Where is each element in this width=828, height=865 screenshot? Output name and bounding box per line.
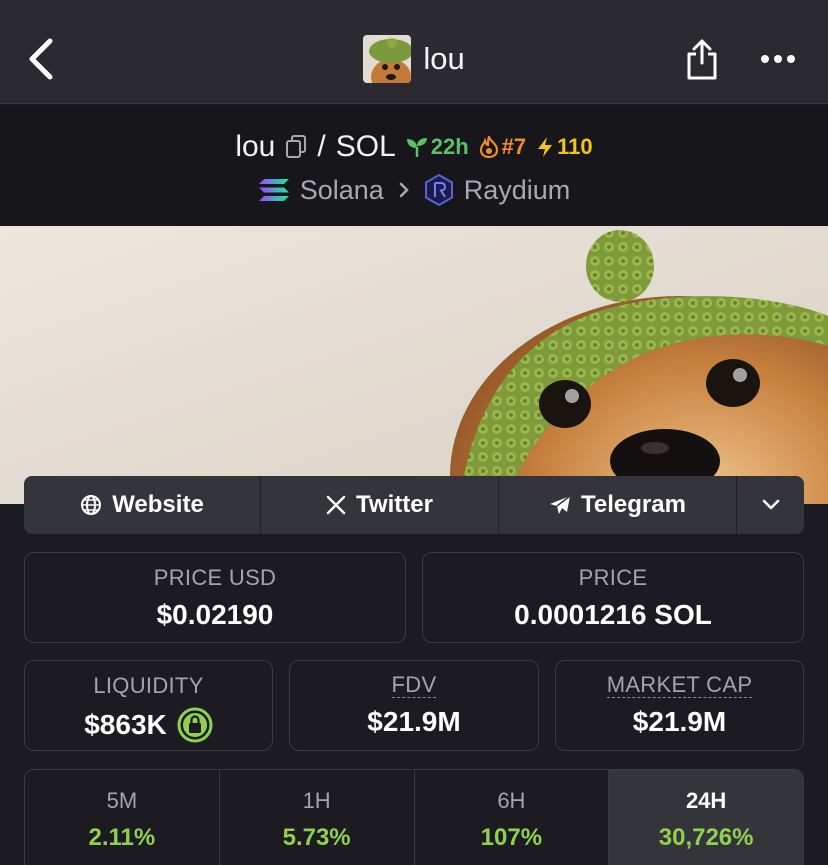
x-logo-icon bbox=[326, 495, 346, 515]
tab-6h-label: 6H bbox=[497, 788, 526, 813]
tab-1h[interactable]: 1H 5.73% bbox=[220, 770, 415, 865]
rank-badge-text: #7 bbox=[501, 134, 527, 159]
boost-badge: 110 bbox=[536, 134, 593, 160]
chain-link[interactable]: Solana bbox=[300, 175, 384, 206]
tab-6h[interactable]: 6H 107% bbox=[415, 770, 610, 865]
top-nav-bar: lou bbox=[0, 0, 828, 104]
tab-5m-label: 5M bbox=[106, 788, 138, 813]
tab-24h-label: 24H bbox=[685, 788, 727, 813]
globe-icon bbox=[81, 495, 102, 515]
tab-24h[interactable]: 24H 30,726% bbox=[609, 770, 803, 865]
market-cap-card: MARKET CAP $21.9M bbox=[555, 660, 804, 751]
chevron-right-icon bbox=[399, 182, 409, 198]
price-usd-label: PRICE USD bbox=[153, 565, 277, 590]
twitter-label: Twitter bbox=[356, 491, 433, 518]
price-usd-card: PRICE USD $0.02190 bbox=[24, 552, 406, 643]
dex-link[interactable]: Raydium bbox=[464, 175, 571, 206]
telegram-label: Telegram bbox=[581, 491, 686, 518]
chevron-down-icon bbox=[762, 499, 779, 510]
price-usd-value: $0.02190 bbox=[156, 599, 274, 630]
tab-5m[interactable]: 5M 2.11% bbox=[25, 770, 220, 865]
price-native-label: PRICE bbox=[578, 565, 648, 590]
lightning-icon bbox=[538, 137, 553, 157]
market-cap-value: $21.9M bbox=[632, 706, 727, 737]
raydium-logo-icon bbox=[424, 174, 453, 206]
liquidity-card: LIQUIDITY $863K bbox=[24, 660, 273, 751]
market-cap-label[interactable]: MARKET CAP bbox=[606, 673, 753, 698]
age-badge: 22h bbox=[406, 134, 469, 160]
pair-title-row: lou / SOL 22h #7 110 bbox=[0, 123, 828, 171]
solana-logo-icon bbox=[258, 179, 289, 201]
more-options-button[interactable] bbox=[748, 34, 808, 84]
lock-icon[interactable] bbox=[177, 707, 213, 743]
copy-icon[interactable] bbox=[285, 135, 307, 159]
twitter-button[interactable]: Twitter bbox=[261, 476, 499, 534]
price-native-card: PRICE 0.0001216 SOL bbox=[422, 552, 804, 643]
liquidity-label: LIQUIDITY bbox=[93, 673, 204, 698]
tab-5m-value: 2.11% bbox=[88, 824, 156, 851]
price-native-value: 0.0001216 SOL bbox=[514, 599, 712, 630]
breadcrumb: Solana Raydium bbox=[0, 167, 828, 213]
fdv-label[interactable]: FDV bbox=[391, 673, 437, 698]
price-change-tabs: 5M 2.11% 1H 5.73% 6H 107% 24H 30,726% bbox=[24, 769, 804, 865]
fdv-card: FDV $21.9M bbox=[289, 660, 539, 751]
liquidity-value: $863K bbox=[84, 709, 167, 740]
tab-24h-value: 30,726% bbox=[658, 824, 754, 851]
nav-title: lou bbox=[423, 41, 465, 76]
token-avatar bbox=[363, 35, 412, 83]
flame-icon bbox=[479, 136, 498, 158]
pair-separator: / bbox=[317, 130, 326, 163]
pair-header: lou / SOL 22h #7 110 Solana Raydium bbox=[0, 105, 828, 226]
pair-quote-symbol: SOL bbox=[335, 130, 396, 163]
telegram-button[interactable]: Telegram bbox=[499, 476, 737, 534]
sprout-icon bbox=[406, 138, 427, 157]
fdv-value: $21.9M bbox=[367, 706, 461, 737]
tab-1h-label: 1H bbox=[302, 788, 331, 813]
tab-6h-value: 107% bbox=[480, 824, 543, 851]
website-label: Website bbox=[112, 491, 204, 518]
age-badge-text: 22h bbox=[430, 134, 469, 159]
share-icon bbox=[687, 39, 717, 80]
website-button[interactable]: Website bbox=[24, 476, 261, 534]
boost-badge-text: 110 bbox=[557, 134, 593, 159]
tab-1h-value: 5.73% bbox=[282, 824, 351, 851]
pair-base-symbol: lou bbox=[235, 130, 276, 163]
ellipsis-icon bbox=[761, 55, 795, 63]
share-button[interactable] bbox=[680, 34, 724, 84]
rank-badge: #7 bbox=[479, 134, 526, 160]
token-banner-image bbox=[0, 226, 828, 504]
social-links-bar: Website Twitter Telegram bbox=[24, 476, 804, 534]
more-links-button[interactable] bbox=[737, 476, 804, 534]
telegram-icon bbox=[550, 495, 571, 514]
liquidity-value-row: $863K bbox=[84, 707, 213, 743]
